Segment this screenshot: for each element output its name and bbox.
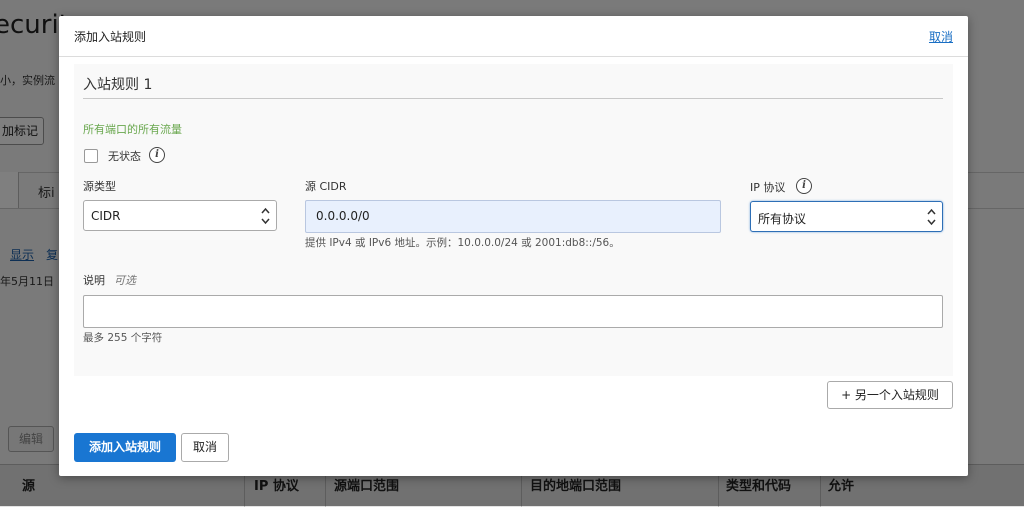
source-type-label: 源类型: [83, 180, 116, 193]
chevron-up-down-icon: [927, 208, 936, 226]
info-icon[interactable]: i: [796, 178, 812, 194]
source-type-value: CIDR: [91, 209, 121, 223]
ip-protocol-value: 所有协议: [758, 212, 807, 226]
description-label: 说明: [83, 274, 105, 287]
source-cidr-hint: 提供 IPv4 或 IPv6 地址。示例：10.0.0.0/24 或 2001:…: [305, 237, 620, 249]
ip-protocol-label: IP 协议: [750, 181, 786, 194]
ip-protocol-select[interactable]: 所有协议: [750, 201, 943, 232]
rule-divider: [83, 98, 943, 99]
description-input[interactable]: [83, 295, 943, 328]
stateless-label: 无状态: [108, 150, 141, 163]
dialog-title: 添加入站规则: [74, 30, 147, 44]
ingress-rule-panel: 入站规则 1 所有端口的所有流量 无状态 i 源类型 CIDR 源 CIDR 0…: [74, 64, 953, 376]
add-ingress-rule-dialog: 添加入站规则 取消 入站规则 1 所有端口的所有流量 无状态 i 源类型 CID…: [59, 16, 968, 476]
description-optional-tag: 可选: [114, 274, 136, 287]
info-icon[interactable]: i: [149, 147, 165, 163]
source-cidr-input[interactable]: 0.0.0.0/0: [305, 200, 721, 233]
stateless-checkbox[interactable]: [84, 149, 98, 163]
source-cidr-label: 源 CIDR: [305, 180, 347, 193]
dialog-header: 添加入站规则 取消: [59, 16, 968, 57]
cancel-button[interactable]: 取消: [181, 433, 229, 462]
description-hint: 最多 255 个字符: [83, 332, 163, 344]
chevron-up-down-icon: [261, 207, 270, 225]
source-type-select[interactable]: CIDR: [83, 200, 277, 231]
traffic-note: 所有端口的所有流量: [83, 123, 182, 136]
add-ingress-rule-button[interactable]: 添加入站规则: [74, 433, 176, 462]
add-another-rule-button[interactable]: + 另一个入站规则: [827, 381, 953, 409]
cancel-link[interactable]: 取消: [929, 28, 953, 45]
rule-heading: 入站规则 1: [83, 77, 153, 93]
